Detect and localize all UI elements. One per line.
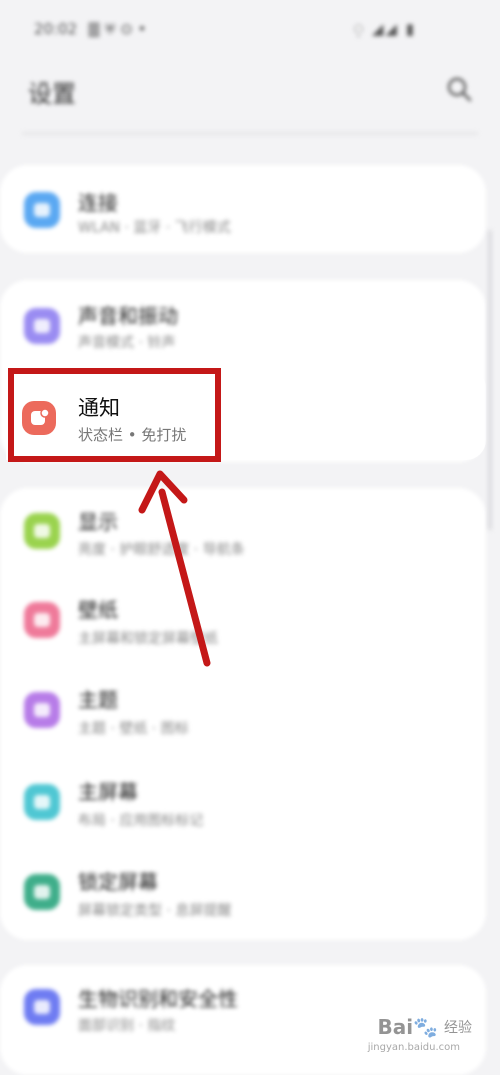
settings-item-subtitle: 亮度 · 护眼舒适度 · 导航条 bbox=[78, 542, 245, 558]
settings-item-subtitle: 布局 · 应用图标标记 bbox=[78, 813, 204, 829]
settings-card-display: 显示 亮度 · 护眼舒适度 · 导航条 壁纸 主屏幕和锁定屏幕壁纸 主题 主题 … bbox=[0, 488, 486, 940]
settings-item-title: 显示 bbox=[78, 510, 118, 534]
settings-item-home-screen[interactable]: 主屏幕 布局 · 应用图标标记 bbox=[0, 760, 486, 850]
settings-item-notifications[interactable]: 通知 bbox=[78, 392, 120, 422]
watermark-url: jingyan.baidu.com bbox=[367, 1042, 460, 1053]
settings-item-title: 生物识别和安全性 bbox=[78, 987, 238, 1011]
sun-icon bbox=[24, 513, 60, 549]
settings-item-subtitle: 主题 · 壁纸 · 图标 bbox=[78, 721, 189, 737]
settings-item-title: 主题 bbox=[78, 688, 118, 712]
settings-item-title: 壁纸 bbox=[78, 598, 118, 622]
settings-item-themes[interactable]: 主题 主题 · 壁纸 · 图标 bbox=[0, 668, 486, 758]
header-divider bbox=[22, 132, 478, 135]
settings-card-connections: 连接 WLAN · 蓝牙 · 飞行模式 bbox=[0, 165, 486, 253]
page-title: 设置 bbox=[28, 80, 76, 108]
speaker-icon bbox=[24, 308, 60, 344]
settings-item-subtitle: 状态栏 • 免打扰 bbox=[78, 426, 187, 444]
status-notification-icons: 🀫 ⛨ ⊙ • bbox=[88, 20, 147, 38]
baidu-watermark: Bai🐾 经验 bbox=[378, 1015, 473, 1039]
home-icon bbox=[24, 784, 60, 820]
settings-item-display[interactable]: 显示 亮度 · 护眼舒适度 · 导航条 bbox=[0, 488, 486, 578]
settings-item-subtitle: 面部识别 · 指纹 bbox=[78, 1018, 176, 1034]
settings-item-title: 锁定屏幕 bbox=[78, 870, 158, 894]
settings-item-sound[interactable]: 声音和振动 声音模式 · 铃声 bbox=[0, 280, 486, 370]
wallpaper-icon bbox=[24, 602, 60, 638]
settings-item-wallpaper[interactable]: 壁纸 主屏幕和锁定屏幕壁纸 bbox=[0, 578, 486, 668]
settings-item-subtitle: 主屏幕和锁定屏幕壁纸 bbox=[78, 631, 218, 647]
settings-item-connections[interactable]: 连接 WLAN · 蓝牙 · 飞行模式 bbox=[0, 165, 486, 255]
search-icon[interactable] bbox=[446, 76, 472, 102]
lock-icon bbox=[24, 874, 60, 910]
baidu-logo: Bai🐾 bbox=[377, 1015, 439, 1039]
settings-item-subtitle: 屏幕锁定类型 · 息屏提醒 bbox=[78, 903, 232, 919]
status-time: 20:02 bbox=[34, 20, 78, 38]
watermark-text: 经验 bbox=[444, 1020, 472, 1036]
settings-item-subtitle: 声音模式 · 铃声 bbox=[78, 335, 176, 351]
settings-item-title: 声音和振动 bbox=[78, 304, 178, 328]
status-bar: 20:02 🀫 ⛨ ⊙ • ⍜ ◢◢ ▮ bbox=[0, 0, 500, 62]
settings-item-title: 连接 bbox=[78, 191, 118, 215]
notification-bell-icon bbox=[22, 401, 56, 435]
settings-item-title: 主屏幕 bbox=[78, 780, 138, 804]
settings-item-subtitle: WLAN · 蓝牙 · 飞行模式 bbox=[78, 220, 231, 236]
scrollbar[interactable] bbox=[488, 230, 492, 530]
wifi-icon bbox=[24, 192, 60, 228]
shield-icon bbox=[24, 989, 60, 1025]
status-signal-battery-icons: ⍜ ◢◢ ▮ bbox=[354, 20, 416, 38]
brush-icon bbox=[24, 692, 60, 728]
app-header: 设置 bbox=[0, 62, 500, 122]
settings-item-lock-screen[interactable]: 锁定屏幕 屏幕锁定类型 · 息屏提醒 bbox=[0, 850, 486, 940]
